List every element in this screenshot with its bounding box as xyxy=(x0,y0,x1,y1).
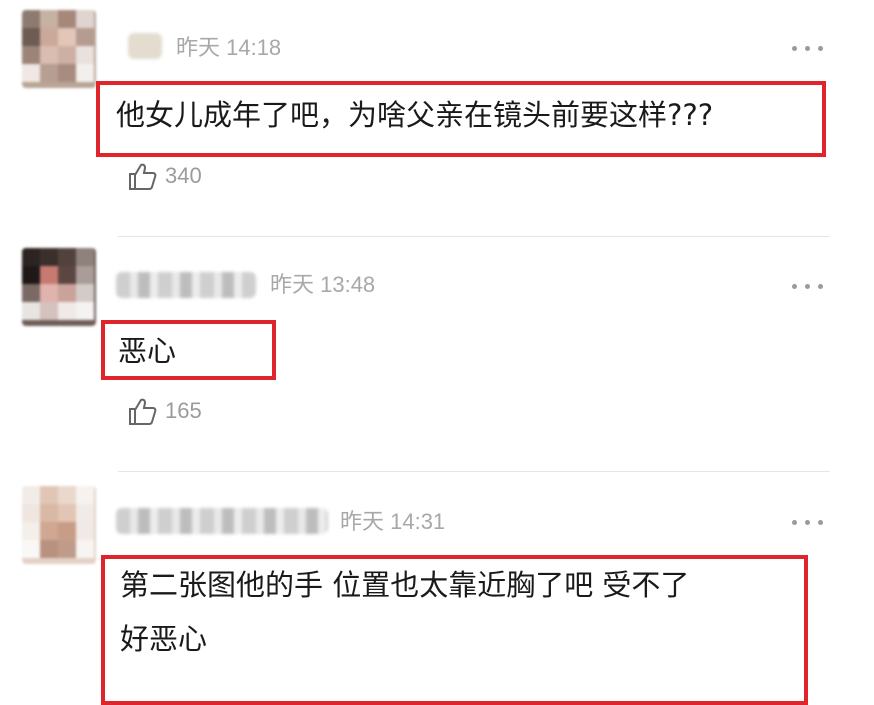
more-options-icon[interactable] xyxy=(792,46,824,54)
divider xyxy=(118,236,830,237)
more-options-icon[interactable] xyxy=(792,520,824,528)
divider xyxy=(118,471,830,472)
comment-text-line2: 好恶心 xyxy=(120,622,208,656)
username-blurred[interactable] xyxy=(128,33,162,59)
thumbs-up-icon xyxy=(129,398,157,425)
avatar[interactable] xyxy=(22,486,96,564)
thumbs-up-icon xyxy=(129,163,157,190)
comment-text: 恶心 xyxy=(118,334,177,368)
comment-text: 他女儿成年了吧，为啥父亲在镜头前要这样??? xyxy=(116,98,714,132)
comment-timestamp: 昨天 14:31 xyxy=(340,509,446,534)
comment-item: 昨天 14:31 第二张图他的手 位置也太靠近胸了吧 受不了 好恶心 xyxy=(0,476,874,705)
comment-item: 昨天 13:48 恶心 165 xyxy=(0,240,874,470)
like-count: 165 xyxy=(165,398,202,423)
like-count: 340 xyxy=(165,163,202,188)
comment-timestamp: 昨天 13:48 xyxy=(270,272,376,297)
more-options-icon[interactable] xyxy=(792,284,824,292)
avatar[interactable] xyxy=(22,10,96,88)
username-blurred[interactable] xyxy=(116,272,256,298)
like-button[interactable]: 340 xyxy=(127,161,202,191)
comment-timestamp: 昨天 14:18 xyxy=(176,35,282,60)
username-blurred[interactable] xyxy=(116,508,328,534)
comment-text-line1: 第二张图他的手 位置也太靠近胸了吧 受不了 xyxy=(120,568,690,602)
like-button[interactable]: 165 xyxy=(127,396,202,426)
avatar[interactable] xyxy=(22,248,96,326)
comment-item: 昨天 14:18 他女儿成年了吧，为啥父亲在镜头前要这样??? 340 xyxy=(0,0,874,230)
